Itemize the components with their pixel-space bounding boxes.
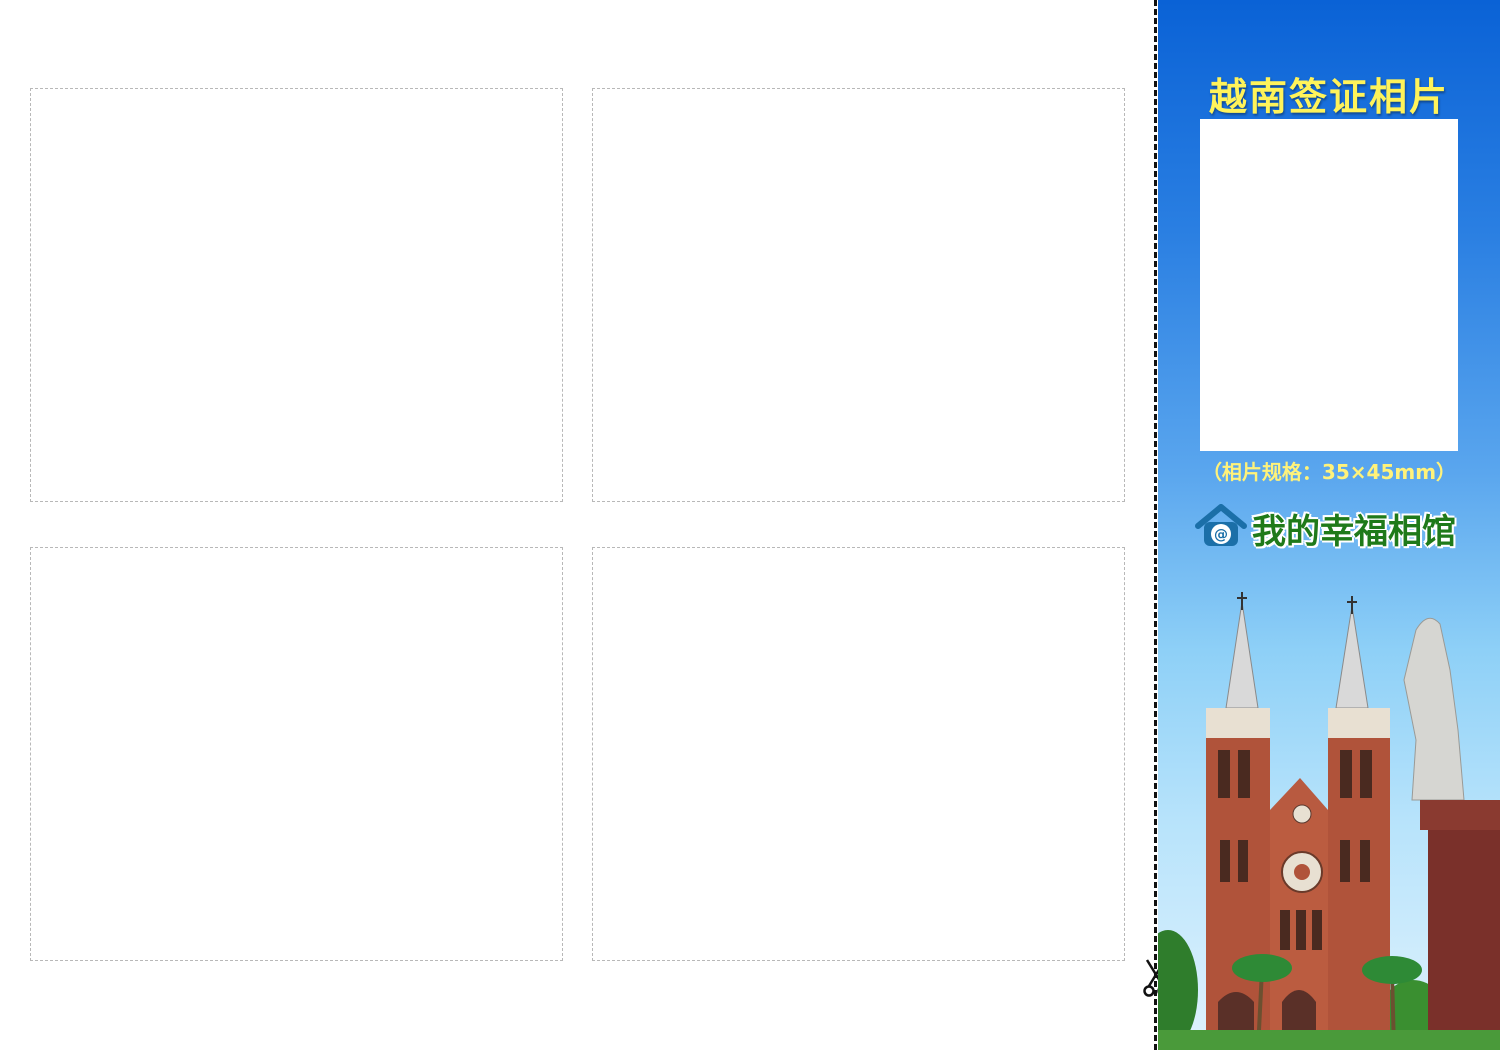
photo-slot-2 [592, 88, 1125, 502]
photo-slot-4 [592, 547, 1125, 961]
brand-logo: @ 我的幸福相馆 [1194, 500, 1494, 552]
photo-slot-1 [30, 88, 563, 502]
photo-spec: （相片规格：35×45mm） [1201, 460, 1457, 484]
cathedral-image [1158, 592, 1500, 1050]
brand-name: 我的幸福相馆 [1252, 512, 1456, 552]
side-panel: 越南签证相片 （相片规格：35×45mm） @ 我的幸福相馆 [1158, 0, 1500, 1050]
svg-text:@: @ [1214, 527, 1228, 543]
photo-frame [1200, 119, 1458, 451]
cut-line [1154, 0, 1157, 1050]
photo-slot-3 [30, 547, 563, 961]
house-at-icon: @ [1195, 504, 1247, 546]
panel-title: 越南签证相片 [1208, 75, 1449, 119]
